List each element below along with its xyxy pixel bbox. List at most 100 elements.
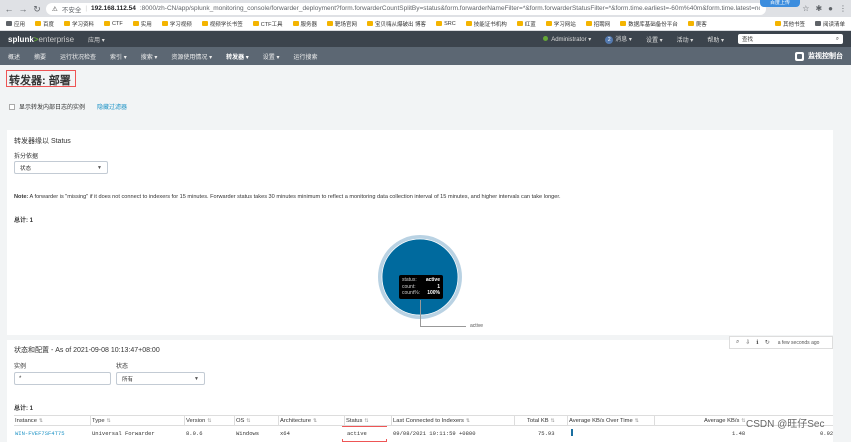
cell-os: Windows (236, 430, 260, 437)
bookmark-item[interactable]: 学习网站 (545, 20, 576, 28)
nav-health-check[interactable]: 运行状况检查 (60, 52, 96, 61)
app-title: 监视控制台 (795, 51, 843, 61)
pie-leader-line (420, 326, 466, 327)
nav-run-search[interactable]: 运行搜索 (293, 52, 317, 61)
pie-tooltip: status: active count: 1 count%: 100% (399, 275, 443, 299)
bookmark-item[interactable]: CTF工具 (252, 20, 283, 28)
col-avg-kbs[interactable]: Average KB/s ⇅ (704, 418, 746, 424)
status-label: 状态 (116, 364, 129, 370)
cloud-upload-badge[interactable]: 百度上传 (760, 0, 800, 7)
sort-icon: ⇅ (741, 418, 746, 424)
instance-label: 实例 (14, 364, 27, 370)
sort-icon: ⇅ (634, 418, 639, 424)
nav-summary[interactable]: 摘要 (34, 52, 46, 61)
bookmark-item[interactable]: 红蓝 (516, 20, 536, 28)
nav-forwarders[interactable]: 转发器 ▾ (226, 52, 249, 61)
bookmark-item[interactable]: 视频学长书签 (201, 20, 243, 28)
bookmark-other[interactable]: 其他书签 (774, 20, 805, 28)
bookmark-item[interactable]: 学习视频 (161, 20, 192, 28)
total-count: 总计: 1 (14, 406, 34, 412)
bookmark-item[interactable]: SRC (436, 21, 456, 27)
cell-instance[interactable]: WIN-FVEF7SF4T75 (15, 430, 65, 437)
bookmark-item[interactable]: 服务器 (292, 20, 317, 28)
missing-note: Note: A forwarder is "missing" if it doe… (14, 194, 561, 200)
split-by-select[interactable]: 状态 ▼ (14, 161, 108, 174)
bookmark-item[interactable]: 学习资料 (64, 20, 94, 28)
bookmark-item[interactable]: 招聘网 (585, 20, 610, 28)
instance-input[interactable]: * (14, 372, 111, 385)
nav-overview[interactable]: 概述 (8, 52, 20, 61)
panel-title: 转发器缘以 Status (14, 138, 71, 145)
col-type[interactable]: Type ⇅ (92, 418, 111, 424)
bookmark-item[interactable]: CTF (104, 21, 123, 27)
settings-menu[interactable]: 设置 ▾ (646, 35, 663, 44)
status-select[interactable]: 所有 ▼ (116, 372, 205, 385)
splunk-logo[interactable]: splunk>enterprise (8, 35, 74, 44)
info-icon[interactable]: ℹ (756, 339, 758, 346)
page-title: 转发器: 部署 (6, 70, 76, 87)
nav-settings[interactable]: 设置 ▾ (263, 52, 280, 61)
url-input[interactable]: ⚠ 不安全 | 192.168.112.54:8000/zh-CN/app/sp… (46, 2, 766, 15)
split-by-label: 拆分依据 (14, 154, 39, 160)
hide-filters-link[interactable]: 隐藏过滤器 (97, 102, 127, 111)
folder-icon (292, 21, 299, 26)
bookmark-item[interactable]: 技能证书机构 (465, 20, 507, 28)
cell-architecture: x64 (280, 430, 290, 437)
url-path: :8000/zh-CN/app/splunk_monitoring_consol… (139, 5, 760, 12)
col-status[interactable]: Status ⇅ (346, 418, 369, 424)
table-header: Instance ⇅ Type ⇅ Version ⇅ OS ⇅ Architectur… (14, 415, 833, 426)
menu-kebab-icon[interactable]: ⋮ (839, 4, 847, 13)
bookmarks-bar: 应用 百度 学习资料 CTF 实用 学习视频 视频学长书签 CTF工具 服务器 … (0, 17, 851, 31)
user-menu[interactable]: Administrator ▾ (543, 35, 591, 43)
back-arrow-icon[interactable]: ← (4, 4, 14, 14)
find-input[interactable]: 查找 ⌕ (738, 34, 843, 44)
col-os[interactable]: OS ⇅ (236, 418, 251, 424)
nav-indexing[interactable]: 索引 ▾ (110, 52, 127, 61)
export-icon[interactable]: ⇩ (745, 339, 750, 346)
bookmark-item[interactable]: 百度 (35, 20, 54, 28)
show-internal-toggle[interactable]: 显示转发内部日志的实例 隐藏过滤器 (9, 102, 127, 111)
url-host: 192.168.112.54 (91, 5, 136, 12)
table-row: WIN-FVEF7SF4T75 Universal Forwarder 8.0.… (14, 427, 833, 439)
reading-list[interactable]: 阅读清单 (814, 20, 845, 28)
col-total-kb[interactable]: Total KB ⇅ (527, 418, 555, 424)
last-updated: a few seconds ago (777, 339, 820, 346)
sort-icon: ⇅ (38, 418, 44, 424)
folder-icon (252, 21, 259, 26)
bookmark-item[interactable]: 实用 (132, 20, 152, 28)
extension-icon[interactable]: ✱ (815, 4, 822, 13)
bookmark-item[interactable]: 爬客 (687, 20, 707, 28)
profile-icon[interactable]: ● (828, 4, 833, 13)
refresh-icon[interactable]: ↻ (765, 339, 770, 346)
folder-icon (64, 21, 71, 26)
col-last-connected[interactable]: Last Connected to Indexers ⇅ (393, 418, 470, 424)
folder-icon (545, 21, 552, 26)
nav-resource-usage[interactable]: 资源使用情况 ▾ (171, 52, 212, 61)
splunk-header: splunk>enterprise 应用 ▾ Administrator ▾ 2… (0, 31, 851, 47)
folder-icon (585, 21, 592, 26)
bookmark-apps[interactable]: 应用 (6, 20, 25, 28)
chart-toolbar: ⌕ ⇩ ℹ ↻ a few seconds ago (729, 336, 833, 349)
show-internal-checkbox[interactable] (9, 103, 15, 110)
bookmark-item[interactable]: 靶场官网 (327, 20, 357, 28)
reload-icon[interactable]: ↻ (32, 4, 42, 14)
col-version[interactable]: Version ⇅ (186, 418, 212, 424)
forward-arrow-icon[interactable]: → (18, 4, 28, 14)
col-architecture[interactable]: Architecture ⇅ (280, 418, 317, 424)
nav-search[interactable]: 搜索 ▾ (141, 52, 158, 61)
activity-menu[interactable]: 活动 ▾ (677, 35, 694, 44)
monitoring-console-icon (795, 51, 804, 61)
bookmark-item[interactable]: 数据库基础备份平台 (620, 20, 678, 28)
folder-icon (465, 21, 472, 26)
search-icon[interactable]: ⌕ (736, 339, 739, 346)
col-instance[interactable]: Instance ⇅ (15, 418, 43, 424)
bookmark-item[interactable]: 宝贝嗨从爆破出 博客 (367, 20, 426, 28)
sort-icon: ⇅ (106, 418, 111, 424)
messages-menu[interactable]: 2 消息 ▾ (605, 34, 632, 44)
help-menu[interactable]: 帮助 ▾ (707, 35, 724, 44)
star-icon[interactable]: ☆ (802, 4, 809, 13)
col-avg-kbs-over-time[interactable]: Average KB/s Over Time ⇅ (569, 418, 639, 424)
app-menu[interactable]: 应用 ▾ (88, 35, 105, 44)
caret-down-icon: ▼ (194, 375, 199, 382)
folder-icon (132, 21, 139, 26)
